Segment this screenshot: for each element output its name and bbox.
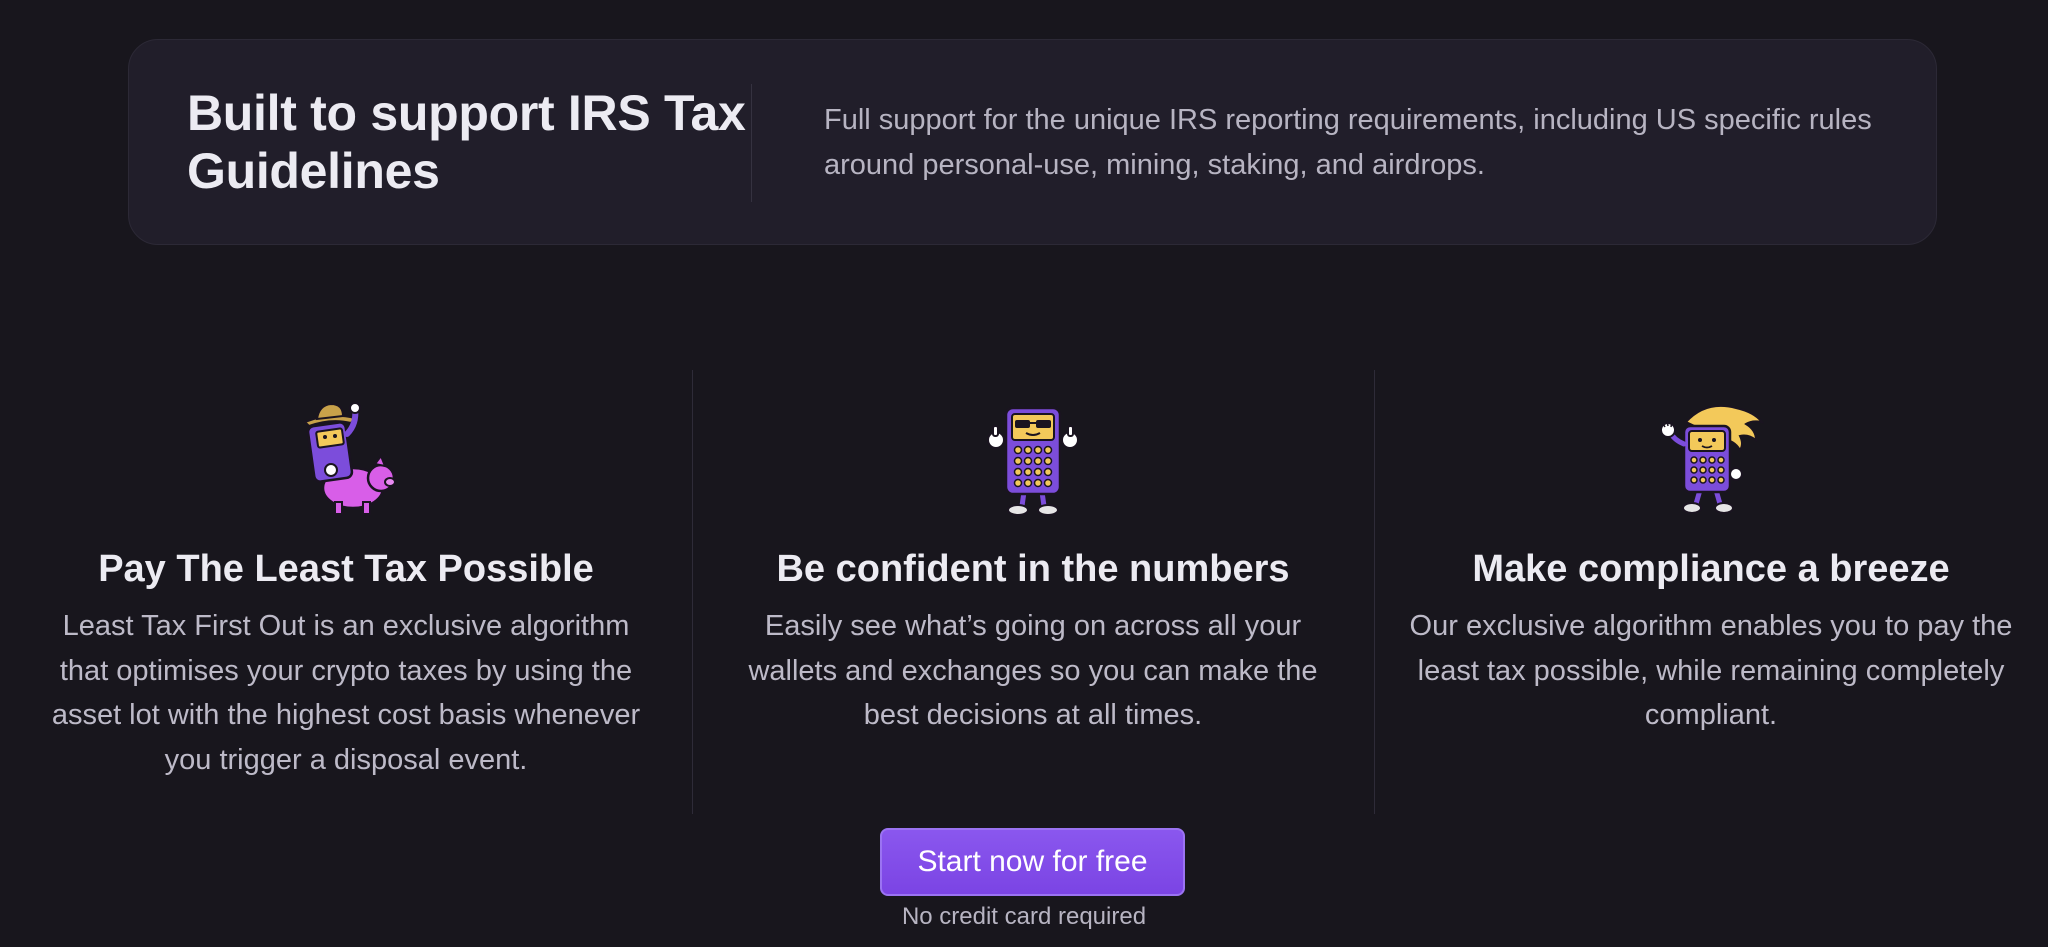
feature-description: Our exclusive algorithm enables you to p… [1409,610,2013,731]
no-credit-card-note: No credit card required [901,903,1147,930]
start-now-button[interactable]: Start now for free [880,828,1185,896]
feature-description: Easily see what’s going on across all yo… [748,610,1318,731]
sunglasses-calculator-thumbs-up-mascot-icon [987,406,1079,516]
irs-card-description: Full support for the unique IRS reportin… [824,104,1872,181]
windswept-hair-calculator-mascot-icon [1660,404,1765,514]
feature-title: Be confident in the numbers [776,548,1290,590]
features-section: Pay The Least Tax Possible Least Tax Fir… [0,370,2048,814]
feature-description: Least Tax First Out is an exclusive algo… [51,610,641,776]
feature-title: Pay The Least Tax Possible [98,548,594,590]
irs-support-card: Built to support IRS Tax Guidelines Full… [128,39,1937,245]
cowboy-calculator-riding-pig-mascot-icon [303,402,396,515]
irs-card-title: Built to support IRS Tax Guidelines [187,85,746,199]
feature-confident-numbers: Be confident in the numbers Easily see w… [692,370,1374,814]
feature-compliance-breeze: Make compliance a breeze Our exclusive a… [1374,370,2048,814]
irs-card-divider [751,84,752,202]
feature-title: Make compliance a breeze [1472,548,1950,590]
page: Built to support IRS Tax Guidelines Full… [0,0,2048,947]
feature-least-tax: Pay The Least Tax Possible Least Tax Fir… [0,370,692,814]
